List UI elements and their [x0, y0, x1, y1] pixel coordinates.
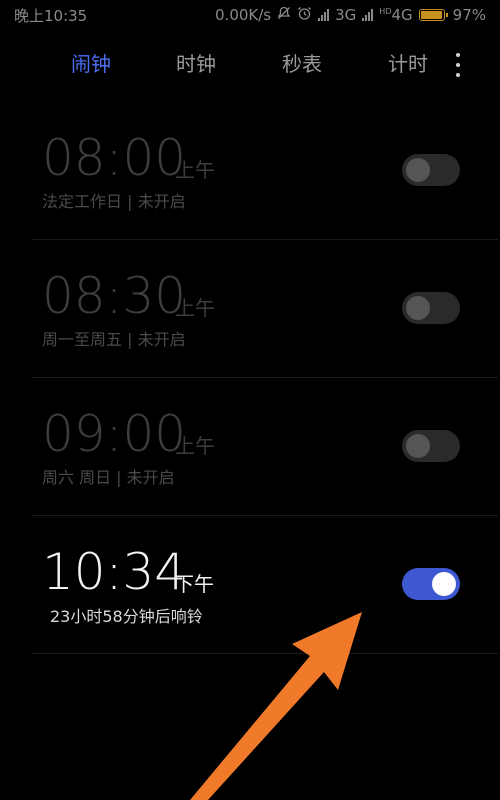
- alarm-toggle[interactable]: [402, 154, 460, 186]
- net-speed: 0.00K/s: [215, 6, 272, 24]
- alarm-detail: 周一至周五 | 未开启: [42, 330, 186, 349]
- more-vertical-icon[interactable]: [452, 53, 464, 77]
- toggle-knob: [406, 434, 430, 458]
- network-4g-label: 4G: [391, 6, 413, 24]
- network-3g: 3G: [335, 6, 357, 24]
- alarm-ampm: 下午: [174, 572, 214, 596]
- signal-icon: [318, 9, 330, 21]
- alarm-detail: 23小时58分钟后响铃: [50, 607, 203, 626]
- tab-clock[interactable]: 时钟: [176, 48, 216, 77]
- alarm-time: 10:34: [42, 543, 187, 601]
- alarm-time: 08:30: [42, 267, 187, 325]
- alarm-clock-icon: [297, 6, 312, 25]
- toggle-knob: [432, 572, 456, 596]
- battery-percent: 97%: [452, 6, 486, 24]
- status-bar: 晚上10:35 0.00K/s 3G HD4G 97%: [0, 0, 500, 30]
- alarm-time: 09:00: [42, 405, 187, 463]
- alarm-item[interactable]: 08:30 上午 周一至周五 | 未开启: [32, 240, 498, 378]
- tab-timer[interactable]: 计时: [388, 48, 428, 77]
- toggle-knob: [406, 296, 430, 320]
- alarm-ampm: 上午: [175, 296, 215, 320]
- battery-icon: [418, 9, 448, 21]
- clock-app-screen: 晚上10:35 0.00K/s 3G HD4G 97% 闹钟 时钟 秒表 计时 …: [0, 0, 500, 800]
- alarm-toggle[interactable]: [402, 292, 460, 324]
- hd-badge: HD: [379, 7, 392, 16]
- alarm-detail: 周六 周日 | 未开启: [42, 468, 175, 487]
- alarm-detail: 法定工作日 | 未开启: [42, 192, 186, 211]
- tab-bar: 闹钟 时钟 秒表 计时: [0, 48, 500, 88]
- network-4g: HD4G: [379, 6, 412, 24]
- alarm-item[interactable]: 08:00 上午 法定工作日 | 未开启: [32, 102, 498, 240]
- alarm-item[interactable]: 09:00 上午 周六 周日 | 未开启: [32, 378, 498, 516]
- signal-icon-2: [362, 9, 374, 21]
- status-icons: 0.00K/s 3G HD4G 97%: [215, 6, 486, 25]
- alarm-item[interactable]: 10:34 下午 23小时58分钟后响铃: [32, 516, 498, 654]
- bell-off-icon: [277, 6, 291, 24]
- tab-stopwatch[interactable]: 秒表: [282, 48, 322, 77]
- alarm-time: 08:00: [42, 129, 187, 187]
- alarm-toggle[interactable]: [402, 430, 460, 462]
- status-time: 晚上10:35: [14, 6, 88, 25]
- alarm-ampm: 上午: [175, 158, 215, 182]
- toggle-knob: [406, 158, 430, 182]
- alarm-ampm: 上午: [175, 434, 215, 458]
- alarm-toggle[interactable]: [402, 568, 460, 600]
- tab-alarm[interactable]: 闹钟: [71, 48, 111, 77]
